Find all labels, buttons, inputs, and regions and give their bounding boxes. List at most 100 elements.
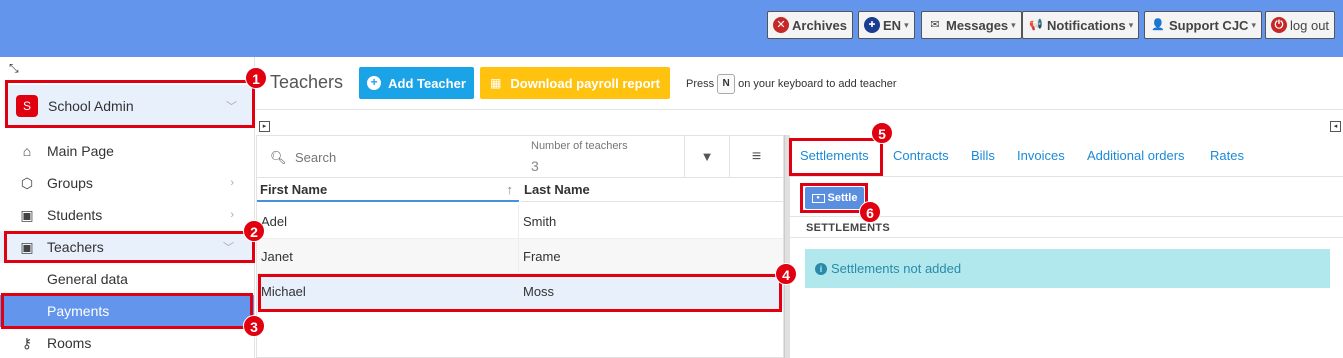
hint-key: N xyxy=(717,74,736,94)
search-icon: 🔍︎ xyxy=(270,150,287,165)
close-circle-icon: ✕ xyxy=(773,17,789,33)
language-label: EN xyxy=(883,17,902,33)
notifications-dropdown[interactable]: 📢 Notifications ▾ xyxy=(1022,11,1140,39)
plus-icon: + xyxy=(367,76,382,90)
cube-icon: ⬡ xyxy=(20,174,34,191)
table-row[interactable]: Adel Smith xyxy=(257,204,783,239)
sidebar-item-label: Payments xyxy=(47,303,110,319)
tab-additional-orders[interactable]: Additional orders xyxy=(1087,148,1185,163)
hint-suffix: on your keyboard to add teacher xyxy=(738,78,897,90)
logout-label: log out xyxy=(1290,17,1330,33)
archives-button[interactable]: ✕ Archives xyxy=(767,11,853,39)
user-icon: 👤 xyxy=(1151,19,1165,31)
count-value: 3 xyxy=(531,158,539,174)
section-title: SETTLEMENTS xyxy=(806,222,890,234)
settle-label: Settle xyxy=(827,192,858,204)
menu-icon[interactable]: ≡ xyxy=(729,136,783,178)
sidebar: ⤡ S School Admin ﹀ ⌂ Main Page ⬡ Groups … xyxy=(0,57,255,358)
sidebar-item-label: Main Page xyxy=(47,143,114,159)
cell-last-name: Frame xyxy=(523,249,561,264)
alert-text: Settlements not added xyxy=(831,261,962,276)
download-payroll-button[interactable]: ▦ Download payroll report xyxy=(480,67,670,99)
table-row[interactable]: Michael Moss xyxy=(257,274,783,309)
id-card-icon: ▣ xyxy=(20,238,34,255)
column-header-last-name[interactable]: Last Name xyxy=(521,178,783,202)
school-name: School Admin xyxy=(48,98,134,114)
sidebar-item-payments[interactable]: Payments xyxy=(0,295,254,327)
teacher-count: Number of teachers 3 xyxy=(529,136,684,178)
id-card-icon: ▣ xyxy=(20,206,34,223)
column-header-first-name[interactable]: First Name ↑ xyxy=(257,178,519,202)
sidebar-item-teachers[interactable]: ▣ Teachers ﹀ xyxy=(0,231,254,263)
school-avatar: S xyxy=(16,95,38,117)
divider xyxy=(790,237,1343,238)
logout-button[interactable]: ⏻ log out xyxy=(1265,11,1336,39)
sort-up-icon[interactable]: ↑ xyxy=(507,178,514,202)
sidebar-item-general-data[interactable]: General data xyxy=(0,263,254,295)
count-label: Number of teachers xyxy=(531,140,628,152)
download-payroll-label: Download payroll report xyxy=(510,75,660,91)
keyboard-hint: Press N on your keyboard to add teacher xyxy=(686,74,897,94)
tabs-divider xyxy=(790,176,1343,177)
sidebar-item-label: Groups xyxy=(47,175,93,191)
empty-alert: i Settlements not added xyxy=(805,249,1330,288)
tab-invoices[interactable]: Invoices xyxy=(1017,148,1065,163)
grid-icon: ▦ xyxy=(490,76,502,90)
add-teacher-button[interactable]: + Add Teacher xyxy=(359,67,474,99)
annotation-badge-4: 4 xyxy=(775,263,797,285)
settle-button[interactable]: ● Settle xyxy=(805,187,864,209)
cell-last-name: Moss xyxy=(523,284,555,299)
chevron-down-icon: ﹀ xyxy=(223,242,234,254)
info-icon: i xyxy=(815,262,827,275)
tab-bills[interactable]: Bills xyxy=(971,148,995,163)
cell-first-name: Michael xyxy=(261,274,519,309)
megaphone-icon: 📢 xyxy=(1029,19,1043,31)
school-selector[interactable]: S School Admin ﹀ xyxy=(8,85,253,127)
filter-icon[interactable]: ▼ xyxy=(684,136,729,178)
chevron-down-icon: ▾ xyxy=(1251,19,1256,30)
sidebar-item-groups[interactable]: ⬡ Groups › xyxy=(0,167,254,199)
top-bar: ✕ Archives ✚ EN ▾ ✉ Messages ▾ 📢 Notific… xyxy=(0,0,1343,57)
sidebar-item-main-page[interactable]: ⌂ Main Page xyxy=(0,135,254,167)
table-row[interactable]: Janet Frame xyxy=(257,239,783,274)
column-label: Last Name xyxy=(524,182,590,197)
money-icon: ● xyxy=(811,193,825,203)
chevron-down-icon: ▾ xyxy=(904,19,909,30)
divider xyxy=(256,109,1343,110)
annotation-badge-1: 1 xyxy=(245,67,267,89)
sidebar-item-label: General data xyxy=(47,271,128,287)
cell-first-name: Janet xyxy=(261,239,519,274)
hint-prefix: Press xyxy=(686,78,715,90)
collapse-icon[interactable]: ⤡ xyxy=(9,61,19,76)
search-input[interactable] xyxy=(295,144,515,170)
tab-contracts[interactable]: Contracts xyxy=(893,148,949,163)
annotation-badge-3: 3 xyxy=(243,315,265,337)
messages-label: Messages xyxy=(946,17,1009,33)
chevron-down-icon: ▾ xyxy=(1128,19,1134,30)
sidebar-item-label: Teachers xyxy=(47,239,104,255)
sidebar-item-rooms[interactable]: ⚷ Rooms xyxy=(0,327,254,358)
tab-rates[interactable]: Rates xyxy=(1210,148,1244,163)
annotation-badge-5: 5 xyxy=(871,122,893,144)
expand-right-icon[interactable]: ◂ xyxy=(1330,121,1341,132)
page-title: Teachers xyxy=(270,72,344,92)
annotation-badge-6: 6 xyxy=(859,201,881,223)
column-label: First Name xyxy=(260,182,328,197)
chevron-down-icon: ﹀ xyxy=(226,101,237,113)
annotation-badge-2: 2 xyxy=(243,220,265,242)
tab-settlements[interactable]: Settlements xyxy=(800,148,869,163)
home-icon: ⌂ xyxy=(22,143,32,159)
messages-dropdown[interactable]: ✉ Messages ▾ xyxy=(921,11,1022,39)
sidebar-item-students[interactable]: ▣ Students › xyxy=(0,199,254,231)
table-toolbar: 🔍︎ Number of teachers 3 ▼ ≡ xyxy=(257,136,783,178)
add-teacher-label: Add Teacher xyxy=(388,75,466,91)
archives-label: Archives xyxy=(792,17,847,33)
cell-first-name: Adel xyxy=(261,204,519,239)
support-dropdown[interactable]: 👤 Support CJC ▾ xyxy=(1144,11,1262,39)
key-icon: ⚷ xyxy=(21,334,33,351)
notifications-label: Notifications xyxy=(1047,17,1126,33)
expand-left-icon[interactable]: ▸ xyxy=(259,121,270,132)
language-dropdown[interactable]: ✚ EN ▾ xyxy=(858,11,915,39)
chevron-right-icon: › xyxy=(230,177,234,189)
envelope-icon: ✉ xyxy=(930,19,940,31)
